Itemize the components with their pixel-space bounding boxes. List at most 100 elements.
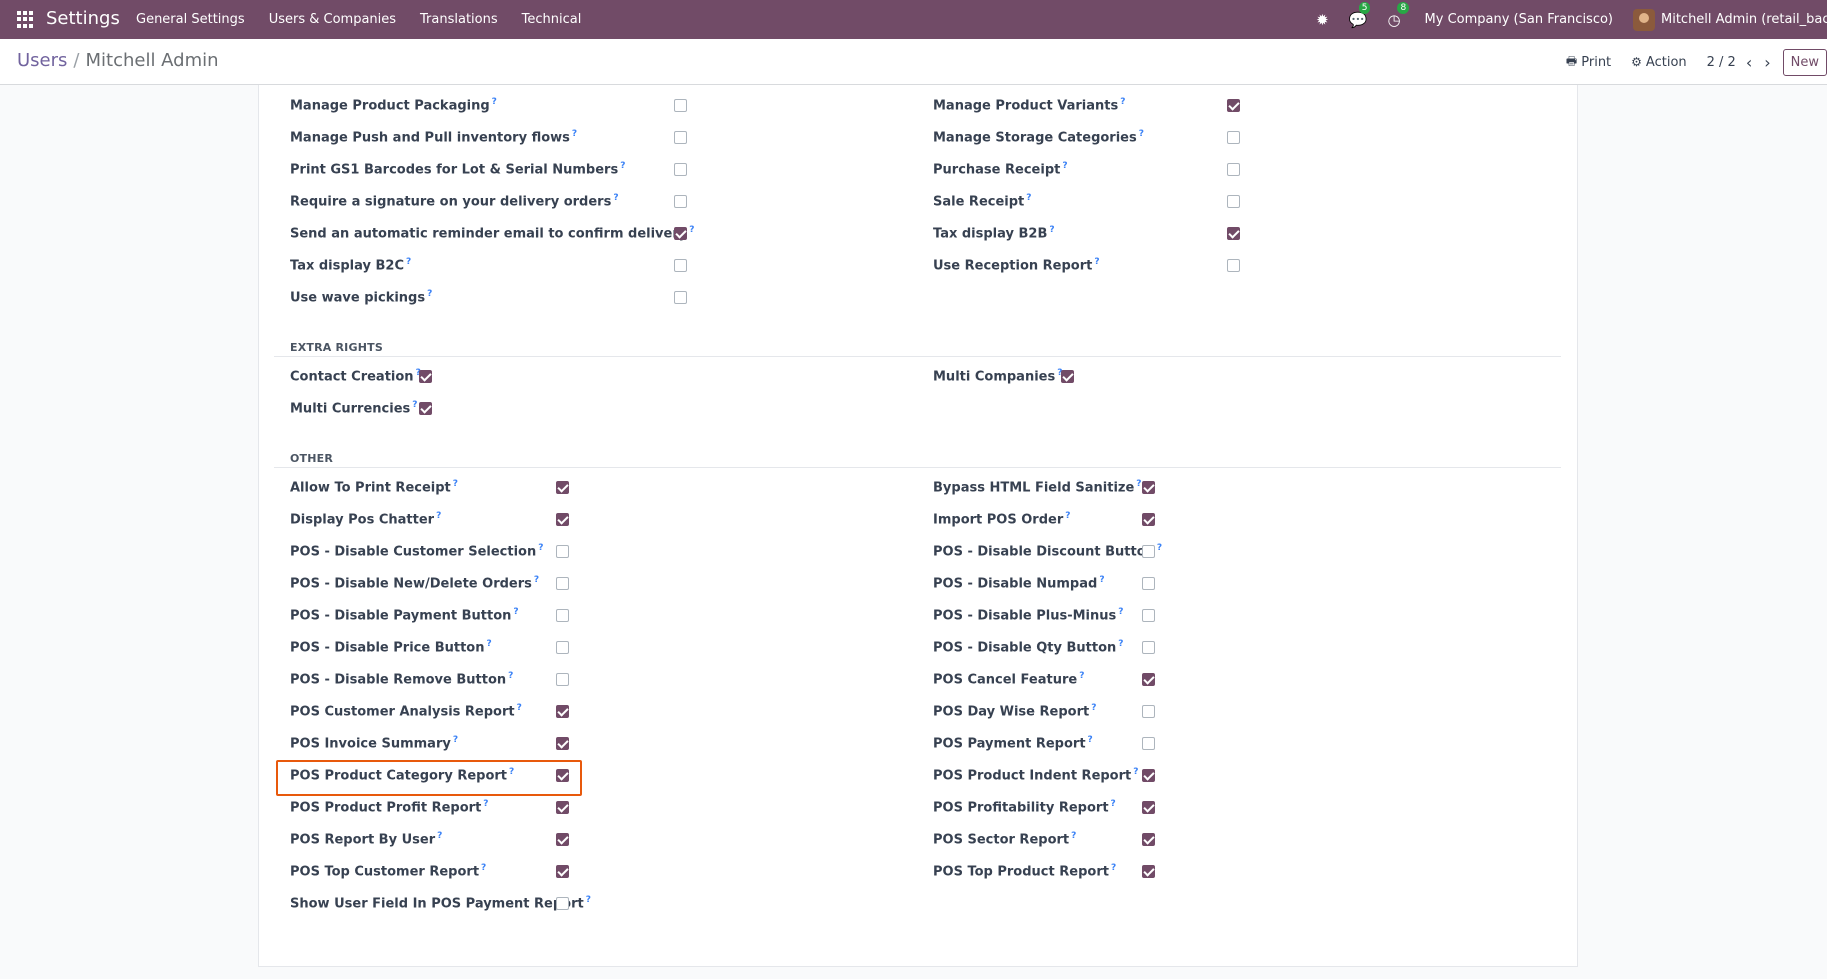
help-tooltip-icon[interactable]: ? bbox=[1157, 543, 1162, 553]
checkbox-pos-profitability-report[interactable] bbox=[1142, 801, 1155, 814]
bug-icon[interactable]: ✹ bbox=[1316, 11, 1329, 29]
help-tooltip-icon[interactable]: ? bbox=[1111, 799, 1116, 809]
checkbox-pos-disable-qty-button[interactable] bbox=[1142, 641, 1155, 654]
help-tooltip-icon[interactable]: ? bbox=[453, 735, 458, 745]
help-tooltip-icon[interactable]: ? bbox=[492, 97, 497, 107]
checkbox-pos-cancel-feature[interactable] bbox=[1142, 673, 1155, 686]
help-tooltip-icon[interactable]: ? bbox=[486, 639, 491, 649]
help-tooltip-icon[interactable]: ? bbox=[1120, 97, 1125, 107]
checkbox-multi-companies[interactable] bbox=[1061, 370, 1074, 383]
checkbox-pos-report-by-user[interactable] bbox=[556, 833, 569, 846]
help-tooltip-icon[interactable]: ? bbox=[572, 129, 577, 139]
checkbox-require-a-signature-on-your-delivery-orders[interactable] bbox=[674, 195, 687, 208]
checkbox-pos-customer-analysis-report[interactable] bbox=[556, 705, 569, 718]
checkbox-pos-disable-plus-minus[interactable] bbox=[1142, 609, 1155, 622]
menu-general-settings[interactable]: General Settings bbox=[124, 0, 257, 39]
help-tooltip-icon[interactable]: ? bbox=[1111, 863, 1116, 873]
user-avatar[interactable] bbox=[1633, 8, 1655, 31]
help-tooltip-icon[interactable]: ? bbox=[1133, 767, 1138, 777]
checkbox-manage-storage-categories[interactable] bbox=[1227, 131, 1240, 144]
help-tooltip-icon[interactable]: ? bbox=[1071, 831, 1076, 841]
app-title[interactable]: Settings bbox=[46, 8, 120, 29]
checkbox-pos-disable-numpad[interactable] bbox=[1142, 577, 1155, 590]
help-tooltip-icon[interactable]: ? bbox=[1118, 607, 1123, 617]
checkbox-manage-push-and-pull-inventory-flows[interactable] bbox=[674, 131, 687, 144]
checkbox-pos-sector-report[interactable] bbox=[1142, 833, 1155, 846]
checkbox-pos-disable-discount-button[interactable] bbox=[1142, 545, 1155, 558]
help-tooltip-icon[interactable]: ? bbox=[412, 400, 417, 410]
user-menu[interactable]: Mitchell Admin (retail_backu bbox=[1661, 12, 1827, 27]
checkbox-pos-disable-customer-selection[interactable] bbox=[556, 545, 569, 558]
action-button[interactable]: ⚙ Action bbox=[1631, 55, 1686, 70]
help-tooltip-icon[interactable]: ? bbox=[534, 575, 539, 585]
checkbox-pos-product-indent-report[interactable] bbox=[1142, 769, 1155, 782]
new-button[interactable]: New bbox=[1782, 48, 1827, 76]
checkbox-manage-product-packaging[interactable] bbox=[674, 99, 687, 112]
pager-previous-icon[interactable]: ‹ bbox=[1746, 53, 1752, 72]
help-tooltip-icon[interactable]: ? bbox=[517, 703, 522, 713]
checkbox-print-gs1-barcodes-for-lot-serial-numbers[interactable] bbox=[674, 163, 687, 176]
help-tooltip-icon[interactable]: ? bbox=[1088, 735, 1093, 745]
help-tooltip-icon[interactable]: ? bbox=[1136, 479, 1141, 489]
checkbox-pos-disable-new-delete-orders[interactable] bbox=[556, 577, 569, 590]
checkbox-pos-disable-remove-button[interactable] bbox=[556, 673, 569, 686]
checkbox-pos-payment-report[interactable] bbox=[1142, 737, 1155, 750]
help-tooltip-icon[interactable]: ? bbox=[436, 511, 441, 521]
checkbox-tax-display-b2b[interactable] bbox=[1227, 227, 1240, 240]
help-tooltip-icon[interactable]: ? bbox=[1099, 575, 1104, 585]
help-tooltip-icon[interactable]: ? bbox=[1026, 193, 1031, 203]
checkbox-use-wave-pickings[interactable] bbox=[674, 291, 687, 304]
help-tooltip-icon[interactable]: ? bbox=[620, 161, 625, 171]
menu-users-companies[interactable]: Users & Companies bbox=[257, 0, 408, 39]
print-button[interactable]: 🖶 Print bbox=[1566, 52, 1611, 73]
checkbox-display-pos-chatter[interactable] bbox=[556, 513, 569, 526]
pager-next-icon[interactable]: › bbox=[1764, 53, 1770, 72]
checkbox-contact-creation[interactable] bbox=[419, 370, 432, 383]
breadcrumb-users-link[interactable]: Users bbox=[17, 50, 67, 71]
help-tooltip-icon[interactable]: ? bbox=[1094, 257, 1099, 267]
checkbox-pos-product-profit-report[interactable] bbox=[556, 801, 569, 814]
help-tooltip-icon[interactable]: ? bbox=[1118, 639, 1123, 649]
help-tooltip-icon[interactable]: ? bbox=[689, 225, 694, 235]
checkbox-pos-top-customer-report[interactable] bbox=[556, 865, 569, 878]
help-tooltip-icon[interactable]: ? bbox=[538, 543, 543, 553]
checkbox-pos-day-wise-report[interactable] bbox=[1142, 705, 1155, 718]
checkbox-tax-display-b2c[interactable] bbox=[674, 259, 687, 272]
help-tooltip-icon[interactable]: ? bbox=[427, 289, 432, 299]
help-tooltip-icon[interactable]: ? bbox=[481, 863, 486, 873]
checkbox-pos-invoice-summary[interactable] bbox=[556, 737, 569, 750]
checkbox-pos-top-product-report[interactable] bbox=[1142, 865, 1155, 878]
help-tooltip-icon[interactable]: ? bbox=[1079, 671, 1084, 681]
menu-technical[interactable]: Technical bbox=[510, 0, 594, 39]
help-tooltip-icon[interactable]: ? bbox=[1091, 703, 1096, 713]
activities-clock-icon[interactable]: ◷ 8 bbox=[1387, 1, 1410, 29]
help-tooltip-icon[interactable]: ? bbox=[1139, 129, 1144, 139]
checkbox-sale-receipt[interactable] bbox=[1227, 195, 1240, 208]
help-tooltip-icon[interactable]: ? bbox=[1065, 511, 1070, 521]
help-tooltip-icon[interactable]: ? bbox=[613, 193, 618, 203]
pager-value[interactable]: 2 / 2 bbox=[1707, 55, 1736, 70]
company-switcher[interactable]: My Company (San Francisco) bbox=[1425, 12, 1613, 27]
help-tooltip-icon[interactable]: ? bbox=[1062, 161, 1067, 171]
help-tooltip-icon[interactable]: ? bbox=[406, 257, 411, 267]
messages-icon[interactable]: 💬 5 bbox=[1349, 1, 1371, 29]
checkbox-bypass-html-field-sanitize[interactable] bbox=[1142, 481, 1155, 494]
checkbox-pos-disable-payment-button[interactable] bbox=[556, 609, 569, 622]
checkbox-send-an-automatic-reminder-email-to-confirm-delivery[interactable] bbox=[674, 227, 687, 240]
help-tooltip-icon[interactable]: ? bbox=[513, 607, 518, 617]
apps-menu-icon[interactable] bbox=[17, 11, 34, 28]
menu-translations[interactable]: Translations bbox=[408, 0, 510, 39]
help-tooltip-icon[interactable]: ? bbox=[453, 479, 458, 489]
help-tooltip-icon[interactable]: ? bbox=[508, 671, 513, 681]
checkbox-use-reception-report[interactable] bbox=[1227, 259, 1240, 272]
help-tooltip-icon[interactable]: ? bbox=[586, 895, 591, 905]
checkbox-manage-product-variants[interactable] bbox=[1227, 99, 1240, 112]
checkbox-allow-to-print-receipt[interactable] bbox=[556, 481, 569, 494]
help-tooltip-icon[interactable]: ? bbox=[437, 831, 442, 841]
checkbox-pos-disable-price-button[interactable] bbox=[556, 641, 569, 654]
checkbox-multi-currencies[interactable] bbox=[419, 402, 432, 415]
checkbox-import-pos-order[interactable] bbox=[1142, 513, 1155, 526]
checkbox-show-user-field-in-pos-payment-report[interactable] bbox=[556, 897, 569, 910]
help-tooltip-icon[interactable]: ? bbox=[1049, 225, 1054, 235]
help-tooltip-icon[interactable]: ? bbox=[483, 799, 488, 809]
